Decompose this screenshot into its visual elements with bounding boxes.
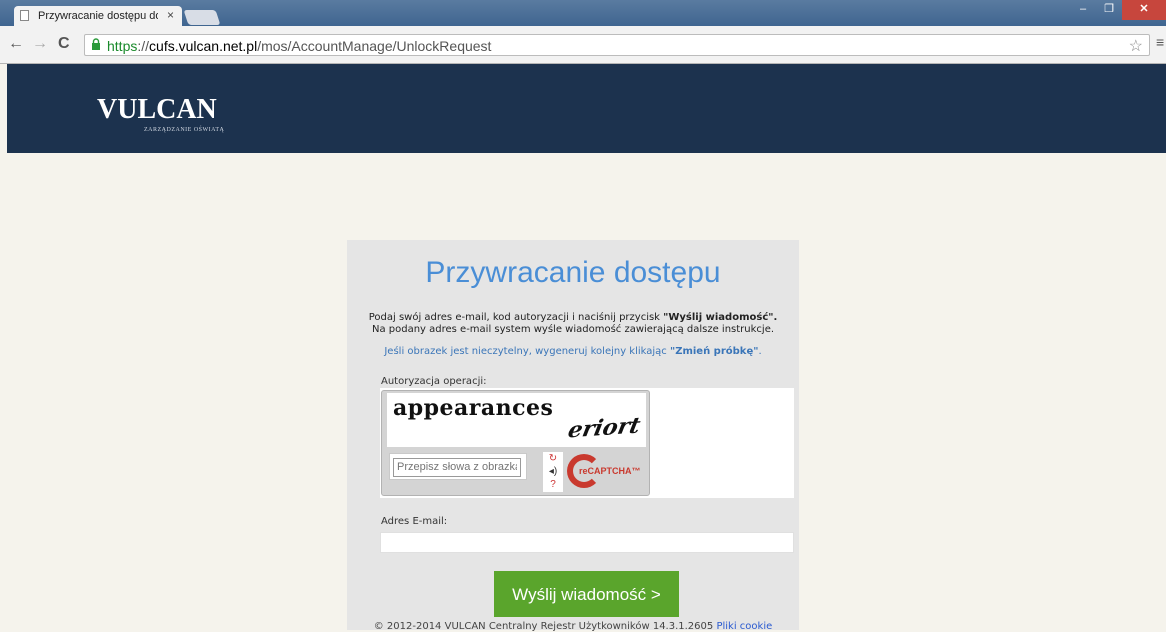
email-field[interactable] (380, 532, 794, 553)
browser-tab-bar: Przywracanie dostępu do × – ❐ ✕ (0, 0, 1166, 26)
page-icon (20, 10, 29, 21)
recaptcha-logo: reCAPTCHA™ (567, 454, 641, 488)
window-controls: – ❐ ✕ (1070, 0, 1166, 20)
page-title: Przywracanie dostępu (425, 256, 721, 289)
audio-captcha-icon[interactable]: ◂) (546, 466, 560, 477)
vulcan-logo[interactable]: VULCAN (97, 94, 217, 126)
captcha-response-input[interactable] (393, 457, 521, 477)
unlock-request-card: Przywracanie dostępu Podaj swój adres e-… (347, 240, 799, 632)
captcha-input-wrap (389, 453, 527, 480)
captcha-controls: ↻ ◂) ? (543, 452, 563, 492)
reload-icon[interactable]: C (58, 35, 70, 53)
instructions: Podaj swój adres e-mail, kod autoryzacji… (368, 312, 778, 335)
logo-tagline: ZARZĄDZANIE OŚWIATĄ (144, 127, 225, 133)
maximize-button[interactable]: ❐ (1096, 0, 1122, 20)
browser-toolbar: ← → C https://cufs.vulcan.net.pl/mos/Acc… (0, 26, 1166, 64)
minimize-button[interactable]: – (1070, 0, 1096, 20)
recaptcha-brand: reCAPTCHA™ (579, 466, 641, 476)
captcha-word-1: appearances (393, 395, 554, 421)
new-tab-button[interactable] (183, 10, 221, 25)
lock-icon (92, 38, 100, 50)
site-header: VULCAN ZARZĄDZANIE OŚWIATĄ (7, 64, 1166, 153)
send-message-button[interactable]: Wyślij wiadomość > (494, 571, 679, 617)
browser-menu-icon[interactable]: ≡ (1156, 34, 1164, 50)
back-icon[interactable]: ← (8, 35, 24, 53)
tab-title: Przywracanie dostępu do (38, 10, 158, 22)
auth-label: Autoryzacja operacji: (381, 376, 487, 387)
close-window-button[interactable]: ✕ (1122, 0, 1166, 20)
captcha-image: appearances eriort (387, 393, 646, 447)
forward-icon[interactable]: → (32, 35, 48, 53)
reload-captcha-icon[interactable]: ↻ (546, 453, 560, 464)
help-icon[interactable]: ? (546, 479, 560, 490)
email-label: Adres E-mail: (381, 516, 448, 527)
captcha-hint: Jeśli obrazek jest nieczytelny, wygeneru… (384, 346, 762, 357)
recaptcha-widget: appearances eriort ↻ ◂) ? reCAPTCHA™ (381, 390, 650, 496)
address-bar[interactable]: https://cufs.vulcan.net.pl/mos/AccountMa… (84, 34, 1150, 56)
captcha-word-2: eriort (565, 412, 643, 444)
tab-close-icon[interactable]: × (167, 8, 174, 22)
browser-tab[interactable]: Przywracanie dostępu do × (14, 6, 182, 26)
bookmark-star-icon[interactable]: ☆ (1129, 36, 1143, 56)
url-text: https://cufs.vulcan.net.pl/mos/AccountMa… (107, 38, 492, 54)
cookies-link[interactable]: Pliki cookie (716, 621, 772, 632)
footer: © 2012-2014 VULCAN Centralny Rejestr Uży… (373, 621, 773, 632)
captcha-area: appearances eriort ↻ ◂) ? reCAPTCHA™ (380, 388, 794, 498)
